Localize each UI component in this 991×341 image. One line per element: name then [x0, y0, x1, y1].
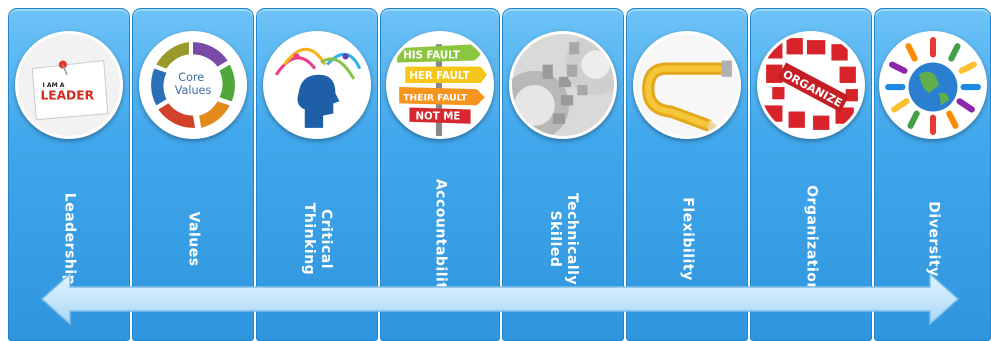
- double-headed-arrow-icon: [40, 272, 960, 326]
- panel-label: Critical Thinking: [301, 202, 334, 276]
- globe-people-icon: [878, 31, 987, 139]
- puzzle-organize-icon: ORGANIZE: [757, 31, 865, 139]
- fault-3-text: THEIR FAULT: [403, 92, 468, 103]
- panel-label: Values: [185, 211, 202, 267]
- gears-icon: [509, 31, 617, 139]
- skills-strip: I AM A LEADER Leadership Core Values Val…: [0, 0, 991, 341]
- core-values-cycle-icon: Core Values: [139, 31, 247, 139]
- svg-text:Core Values: Core Values: [175, 71, 212, 97]
- panel-label: Diversity: [925, 201, 941, 277]
- bent-pencil-icon: [633, 31, 741, 139]
- core-values-line1: Core: [178, 71, 204, 84]
- leader-big-text: LEADER: [40, 88, 94, 102]
- panel-label: Flexibility: [679, 197, 696, 281]
- leader-note-icon: I AM A LEADER: [15, 31, 123, 139]
- fault-4-text: NOT ME: [416, 112, 461, 123]
- fault-signpost-icon: HIS FAULT HER FAULT THEIR FAULT NOT ME: [386, 31, 494, 139]
- fault-1-text: HIS FAULT: [403, 50, 460, 61]
- core-values-line2: Values: [175, 84, 212, 97]
- fault-2-text: HER FAULT: [409, 71, 469, 82]
- thinking-head-icon: [263, 31, 371, 139]
